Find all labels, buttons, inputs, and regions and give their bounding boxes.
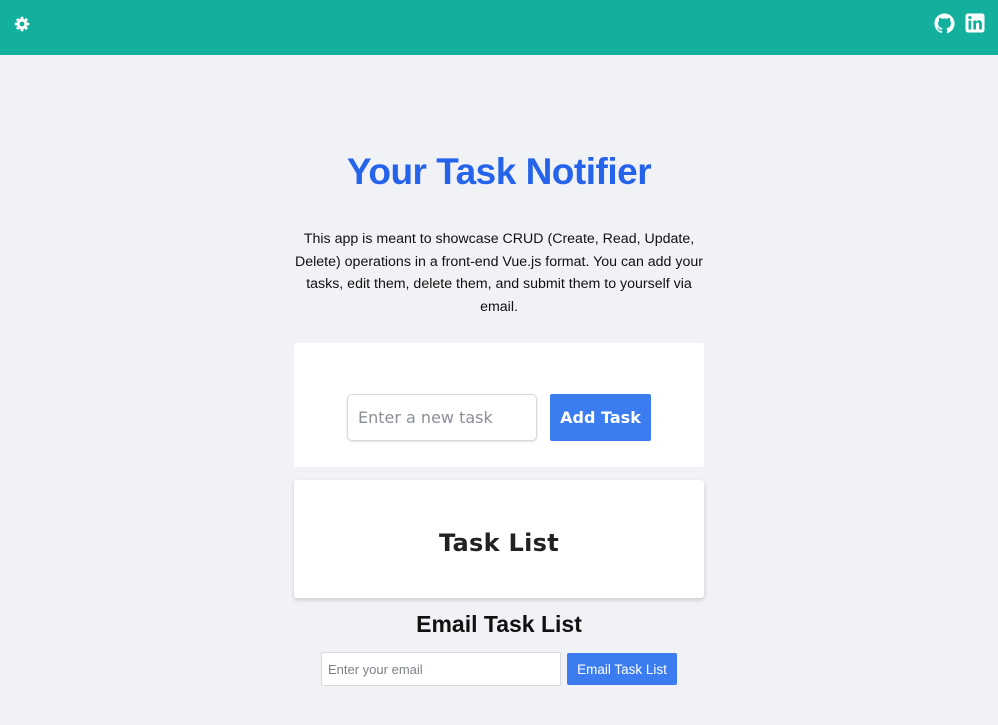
top-bar bbox=[0, 0, 998, 55]
gear-icon[interactable] bbox=[14, 16, 30, 32]
new-task-input[interactable] bbox=[347, 394, 537, 441]
email-section-title: Email Task List bbox=[416, 611, 582, 637]
email-task-list-button[interactable]: Email Task List bbox=[567, 653, 677, 685]
task-list-title: Task List bbox=[438, 529, 560, 557]
page-title: Your Task Notifier bbox=[346, 151, 652, 192]
github-icon[interactable] bbox=[934, 13, 955, 34]
task-list-card: Task List bbox=[294, 480, 704, 598]
linkedin-icon[interactable] bbox=[965, 13, 985, 33]
add-task-button[interactable]: Add Task bbox=[550, 394, 651, 441]
email-input[interactable] bbox=[321, 652, 561, 686]
app-description: This app is meant to showcase CRUD (Crea… bbox=[294, 231, 703, 315]
